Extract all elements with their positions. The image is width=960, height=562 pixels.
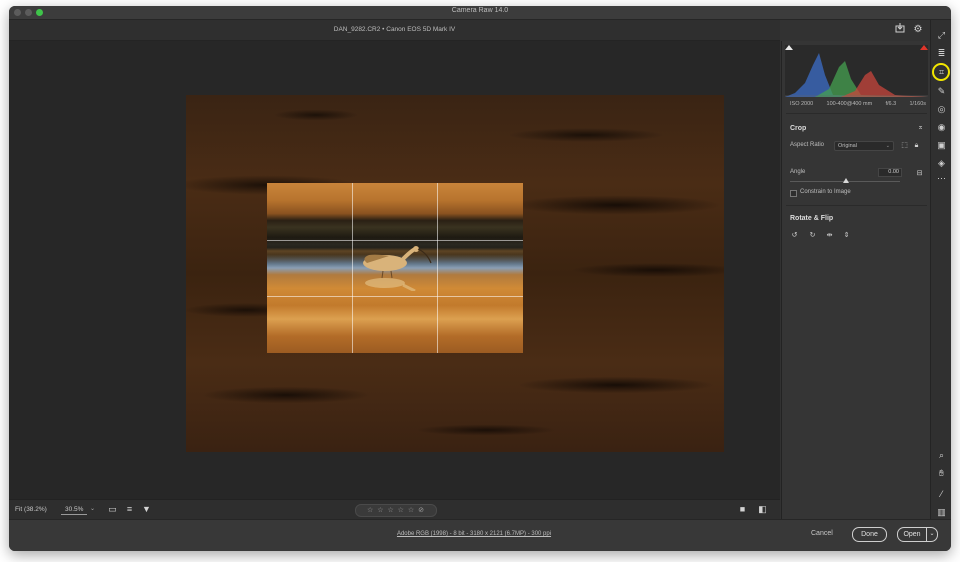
right-toolstrip: ⤢ ≣ ⌗ ✎ ◎ ◉ ▣ ◈ ⋯ ⌕ ✋︎ ⁄ ▥ [930,20,951,519]
expand-icon[interactable]: ⤢ [936,30,947,41]
settings-gear-icon[interactable]: ⚙ [911,23,925,37]
zoom-dropdown-chevron-icon[interactable]: ⌄ [90,505,95,512]
rotate-flip-title: Rotate & Flip [790,215,834,222]
divider [786,205,927,206]
save-image-icon[interactable] [893,23,907,37]
done-button[interactable]: Done [852,527,887,542]
more-icon[interactable]: ⋯ [936,173,947,184]
constrain-to-image-checkbox[interactable] [790,190,797,197]
crop-grid-line [267,296,523,297]
workflow-options-link[interactable]: Adobe RGB (1998) - 8 bit - 3180 x 2121 (… [9,531,939,537]
grid-toggle-icon[interactable]: ▥ [936,507,947,518]
lock-icon[interactable]: 🔒︎ [912,141,921,150]
fit-zoom-label[interactable]: Fit (38.2%) [15,506,47,513]
zoom-level-field[interactable]: 30.5% [61,506,88,515]
sampler-icon[interactable]: ⁄ [936,489,947,500]
healing-icon[interactable]: ✎ [936,86,947,97]
white-triangle-icon [785,45,793,50]
angle-value-field[interactable]: 0.00 [878,168,902,177]
file-title: DAN_9282.CR2 • Canon EOS 5D Mark IV [333,26,456,33]
crop-icon[interactable]: ⌗ [936,67,947,78]
snapshots-icon[interactable]: ▣ [936,140,947,151]
curlew-bird-image [363,246,432,291]
constrain-to-image-label: Constrain to Image [800,189,851,195]
edit-sliders-icon[interactable]: ≣ [936,48,947,59]
zoom-icon[interactable]: ⌕ [936,450,947,461]
single-view-icon[interactable]: ■ [737,504,748,515]
red-eye-icon[interactable]: ◉ [936,122,947,133]
crop-orientation-icon[interactable]: ⬚ [900,141,909,150]
rotate-right-icon[interactable]: ↻ [808,231,817,240]
camera-raw-window: Camera Raw 14.0 DAN_9282.CR2 • Canon EOS… [9,6,951,551]
straighten-tool-icon[interactable]: ⊟ [915,169,924,178]
aspect-ratio-value: Original [838,143,857,149]
open-options-chevron-icon[interactable]: ⌄ [926,527,938,542]
crop-handle-top-left[interactable] [267,183,272,188]
open-button[interactable]: Open [897,527,927,542]
filter-icon[interactable]: ▼ [141,504,152,515]
divider [786,113,927,114]
crop-grid-line [437,183,438,353]
bottom-toolbar: Fit (38.2%) 30.5% ⌄ ▭ ≡ ▼ ☆ ☆ ☆ ☆ ☆ ⊘ ■ … [9,499,780,520]
exif-shutter: 1/160s [909,101,926,107]
crop-rectangle[interactable] [267,183,523,353]
hand-icon[interactable]: ✋︎ [936,468,947,479]
crop-handle-bottom-left[interactable] [267,348,272,353]
cancel-button[interactable]: Cancel [811,530,833,537]
aspect-ratio-label: Aspect Ratio [790,142,825,148]
image-canvas[interactable] [9,41,780,499]
right-edit-panel: ISO 2000 100-400@400 mm f/6.3 1/160s Cro… [781,41,931,519]
before-after-icon[interactable]: ◧ [757,504,768,515]
file-info-bar: DAN_9282.CR2 • Canon EOS 5D Mark IV ⚙ [9,20,922,41]
crop-grid-line [352,183,353,353]
masking-icon[interactable]: ◎ [936,104,947,115]
footer-bar: Adobe RGB (1998) - 8 bit - 3180 x 2121 (… [9,519,951,551]
exif-aperture: f/6.3 [885,101,897,107]
rotate-left-icon[interactable]: ↺ [790,231,799,240]
crop-handle-bottom-right[interactable] [518,348,523,353]
chevron-down-icon: ⌄ [885,143,890,149]
angle-slider-thumb[interactable] [843,178,849,183]
angle-label: Angle [790,169,806,175]
histogram [785,45,928,97]
exif-lens: 100-400@400 mm [826,101,873,107]
crop-grid-line [267,240,523,241]
sort-icon[interactable]: ≡ [124,504,135,515]
exif-info: ISO 2000 100-400@400 mm f/6.3 1/160s [790,101,926,107]
aspect-ratio-select[interactable]: Original ⌄ [834,141,894,151]
title-bar: Camera Raw 14.0 [9,6,951,20]
red-triangle-icon [920,45,928,50]
crop-section-title: Crop [790,125,807,132]
flip-vertical-icon[interactable]: ⇕ [842,231,851,240]
window-title: Camera Raw 14.0 [451,7,509,14]
exif-iso: ISO 2000 [790,101,814,107]
filmstrip-icon[interactable]: ▭ [107,504,118,515]
collapse-section-icon[interactable]: ⌅ [916,123,925,132]
flip-horizontal-icon[interactable]: ⇹ [825,231,834,240]
crop-handle-top-right[interactable] [518,183,523,188]
presets-icon[interactable]: ◈ [936,158,947,169]
star-rating[interactable]: ☆ ☆ ☆ ☆ ☆ ⊘ [355,504,437,517]
